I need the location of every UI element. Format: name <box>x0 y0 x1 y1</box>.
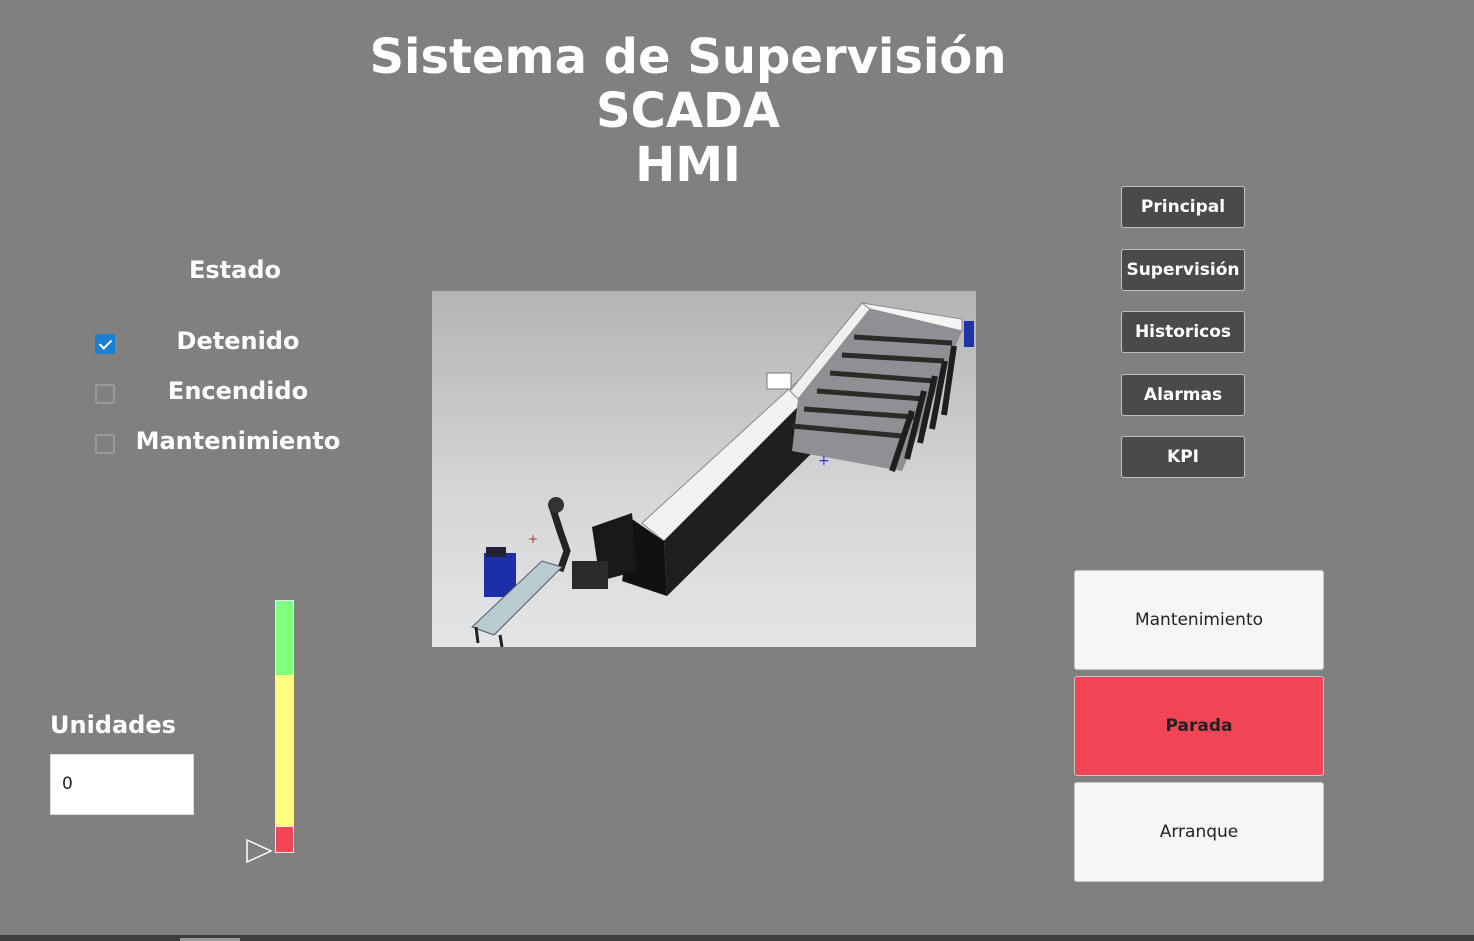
plant-3d-view: + + <box>432 291 976 647</box>
gauge-red-zone <box>276 826 293 852</box>
gauge-green-zone <box>276 601 293 675</box>
detenido-checkbox[interactable] <box>95 334 115 354</box>
nav-button-principal[interactable]: Principal <box>1121 186 1245 228</box>
state-label: Mantenimiento <box>135 427 341 455</box>
nav-button-alarmas[interactable]: Alarmas <box>1121 374 1245 416</box>
title-line-1: Sistema de Supervisión SCADA <box>369 29 1007 139</box>
state-label: Detenido <box>176 327 300 355</box>
arranque-button[interactable]: Arranque <box>1074 782 1324 882</box>
nav-button-kpi[interactable]: KPI <box>1121 436 1245 478</box>
units-label: Unidades <box>50 711 176 739</box>
level-gauge <box>275 600 294 853</box>
gauge-pointer-icon <box>246 838 273 864</box>
nav-button-historicos[interactable]: Historicos <box>1121 311 1245 353</box>
svg-text:+: + <box>528 532 538 546</box>
mantenimiento-checkbox[interactable] <box>95 434 115 454</box>
encendido-checkbox[interactable] <box>95 384 115 404</box>
page-title: Sistema de Supervisión SCADA HMI <box>290 30 1086 192</box>
title-line-2: HMI <box>635 137 741 193</box>
parada-button[interactable]: Parada <box>1074 676 1324 776</box>
state-label: Encendido <box>167 377 309 405</box>
production-line-illustration: + + <box>471 302 974 647</box>
state-detenido[interactable]: Detenido <box>90 325 360 365</box>
nav-button-supervision[interactable]: Supervisión <box>1121 249 1245 291</box>
mantenimiento-button[interactable]: Mantenimiento <box>1074 570 1324 670</box>
svg-text:+: + <box>818 453 830 469</box>
state-encendido[interactable]: Encendido <box>90 375 360 415</box>
state-mantenimiento[interactable]: Mantenimiento <box>90 425 360 465</box>
estado-heading: Estado <box>188 256 281 284</box>
units-input[interactable]: 0 <box>50 754 194 815</box>
